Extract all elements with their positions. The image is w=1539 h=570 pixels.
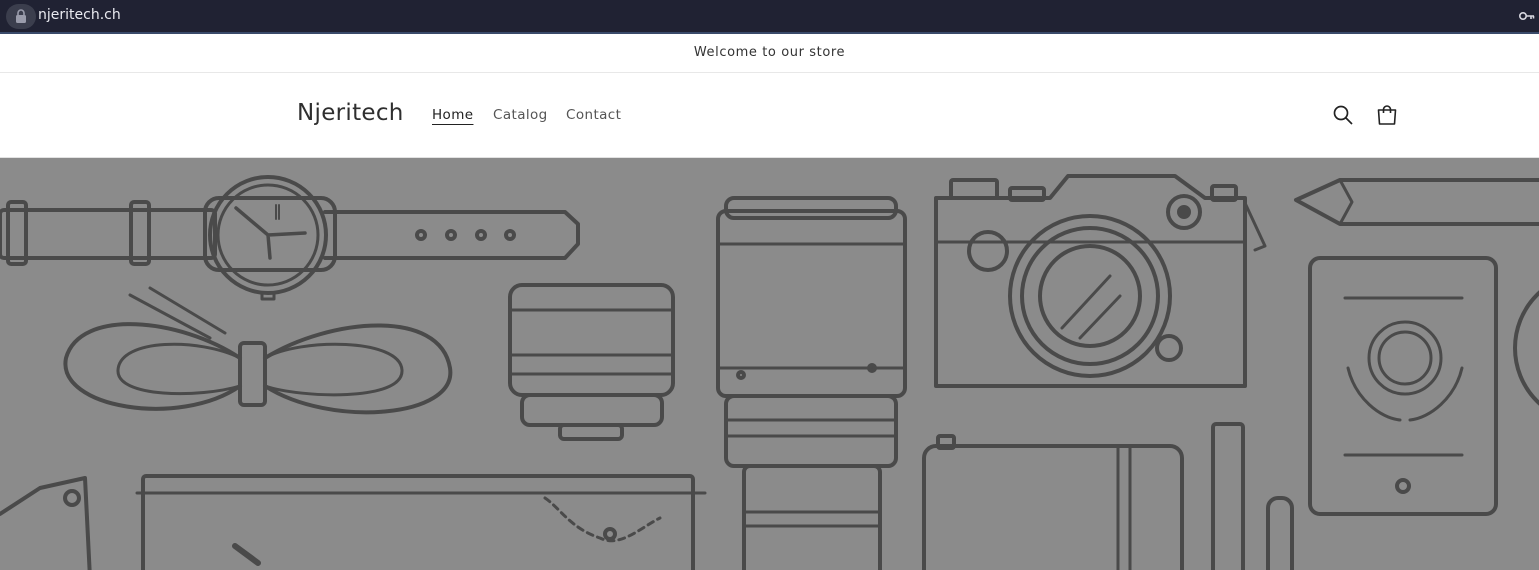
announcement-bar: Welcome to our store (0, 34, 1539, 73)
big-lens-illustration (716, 196, 907, 570)
key-icon[interactable] (1519, 10, 1535, 22)
url-text[interactable]: njeritech.ch (38, 7, 121, 23)
nav-home[interactable]: Home (432, 107, 473, 123)
pencil-illustration (1294, 178, 1539, 226)
hero-banner (0, 158, 1539, 570)
site-header: Njeritech Home Catalog Contact (0, 73, 1539, 158)
notebook-illustration (922, 434, 1184, 570)
nav-catalog[interactable]: Catalog (493, 107, 548, 123)
camera-illustration (934, 174, 1267, 388)
nav-contact[interactable]: Contact (566, 107, 621, 123)
search-icon[interactable] (1331, 103, 1355, 127)
announcement-text: Welcome to our store (693, 45, 846, 60)
store-logo[interactable]: Njeritech (297, 100, 404, 126)
bowtie-illustration (63, 286, 453, 415)
browser-address-bar: njeritech.ch (0, 0, 1539, 34)
map-illustration (135, 474, 707, 570)
small-lens-illustration (508, 283, 675, 441)
lock-icon[interactable] (6, 4, 36, 29)
hero-illustration (0, 174, 1539, 570)
cart-icon[interactable] (1375, 103, 1399, 127)
passport-illustration (1308, 256, 1498, 516)
watch-illustration (0, 175, 580, 301)
